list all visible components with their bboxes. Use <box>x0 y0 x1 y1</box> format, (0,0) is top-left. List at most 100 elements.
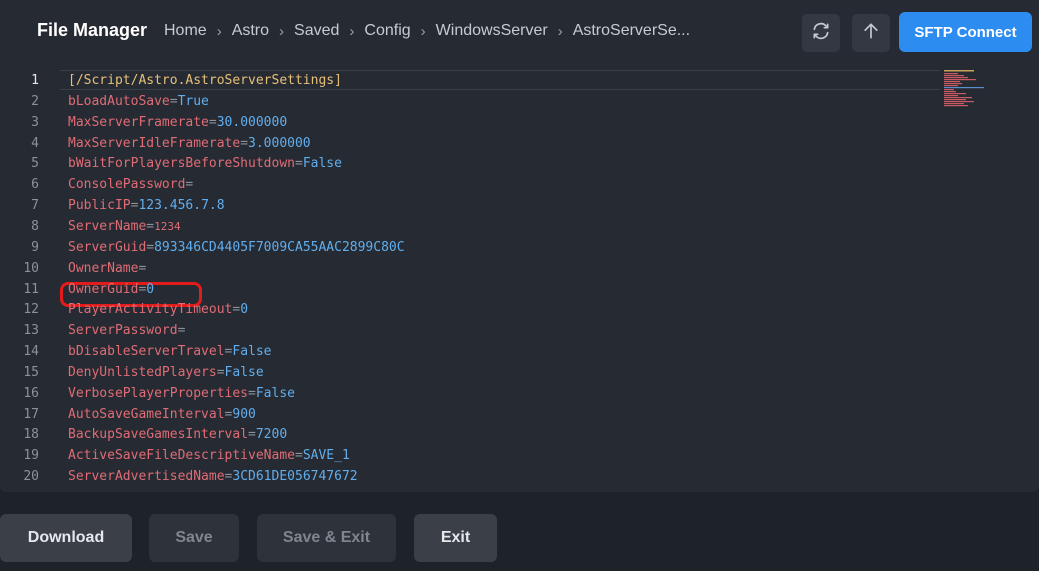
download-button[interactable]: Download <box>0 514 132 562</box>
chevron-right-icon: › <box>349 22 355 40</box>
setting-key: ServerAdvertisedName <box>68 469 225 485</box>
code-text: OwnerGuid=0 <box>68 279 154 300</box>
sftp-connect-button[interactable]: SFTP Connect <box>899 12 1032 52</box>
code-line[interactable]: 14 bDisableServerTravel=False <box>0 341 1039 362</box>
equals-sign: = <box>177 323 186 339</box>
setting-key: PublicIP <box>68 198 131 214</box>
breadcrumb-item[interactable]: Saved <box>294 22 339 40</box>
setting-value: 3.000000 <box>248 135 311 151</box>
code-text: DenyUnlistedPlayers=False <box>68 362 264 383</box>
line-number: 7 <box>31 198 39 214</box>
line-number: 14 <box>23 344 39 360</box>
code-text: bLoadAutoSave=True <box>68 91 209 112</box>
arrow-up-icon <box>861 21 881 45</box>
code-text: ServerName=1234 <box>68 216 181 237</box>
setting-value: False <box>224 364 264 380</box>
code-line[interactable]: 6 ConsolePassword= <box>0 174 1039 195</box>
code-line[interactable]: 9 ServerGuid=893346CD4405F7009CA55AAC2899… <box>0 237 1039 258</box>
code-line[interactable]: 7 PublicIP=123.456.7.8 <box>0 195 1039 216</box>
breadcrumb-item[interactable]: WindowsServer <box>436 22 548 40</box>
code-line[interactable]: 1 [/Script/Astro.AstroServerSettings] <box>0 70 1039 91</box>
code-line[interactable]: 19 ActiveSaveFileDescriptiveName=SAVE_1 <box>0 445 1039 466</box>
setting-key: OwnerName <box>68 260 139 276</box>
code-text: VerbosePlayerProperties=False <box>68 383 295 404</box>
line-number: 11 <box>23 281 39 297</box>
code-line[interactable]: 5 bWaitForPlayersBeforeShutdown=False <box>0 153 1039 174</box>
equals-sign: = <box>208 114 217 130</box>
code-editor[interactable]: 1 [/Script/Astro.AstroServerSettings] 2 bLo… <box>0 68 1039 488</box>
equals-sign: = <box>248 385 256 401</box>
setting-key: ServerGuid <box>68 239 147 255</box>
chevron-right-icon: › <box>420 22 426 40</box>
code-line[interactable]: 15 DenyUnlistedPlayers=False <box>0 362 1039 383</box>
code-text: ServerGuid=893346CD4405F7009CA55AAC2899C… <box>68 237 405 258</box>
setting-value: 0 <box>240 302 249 318</box>
code-line[interactable]: 17 AutoSaveGameInterval=900 <box>0 404 1039 425</box>
equals-sign: = <box>240 135 249 151</box>
line-number: 15 <box>23 364 39 380</box>
line-number: 10 <box>23 260 39 276</box>
setting-value: 0 <box>146 281 155 297</box>
breadcrumb-item[interactable]: Config <box>364 22 410 40</box>
line-number: 8 <box>31 218 39 234</box>
equals-sign: = <box>138 260 147 276</box>
refresh-button[interactable] <box>802 14 840 52</box>
chevron-right-icon: › <box>216 22 222 40</box>
setting-key: MaxServerIdleFramerate <box>68 135 241 151</box>
setting-value: 3CD61DE056747672 <box>232 469 358 485</box>
minimap[interactable] <box>944 70 984 110</box>
upload-button[interactable] <box>852 14 890 52</box>
setting-key: BackupSaveGamesInterval <box>68 427 249 443</box>
code-line[interactable]: 12 PlayerActivityTimeout=0 <box>0 299 1039 320</box>
code-line[interactable]: 3 MaxServerFramerate=30.000000 <box>0 112 1039 133</box>
line-number: 9 <box>31 239 39 255</box>
code-line[interactable]: 20 ServerAdvertisedName=3CD61DE056747672 <box>0 466 1039 487</box>
save-and-exit-button[interactable]: Save & Exit <box>257 514 396 562</box>
breadcrumb-item[interactable]: AstroServerSe... <box>573 22 690 40</box>
code-line[interactable]: 10 OwnerName= <box>0 258 1039 279</box>
code-text: bWaitForPlayersBeforeShutdown=False <box>68 153 342 174</box>
code-text: ServerAdvertisedName=3CD61DE056747672 <box>68 466 358 487</box>
setting-value: 1234 <box>154 219 181 233</box>
setting-key: ConsolePassword <box>68 177 186 193</box>
setting-key: ActiveSaveFileDescriptiveName <box>68 448 295 464</box>
code-text: ServerPassword= <box>68 320 185 341</box>
code-text: ActiveSaveFileDescriptiveName=SAVE_1 <box>68 445 350 466</box>
breadcrumb: Home › Astro › Saved › Config › WindowsServer › As… <box>164 22 690 40</box>
line-number: 20 <box>23 469 39 485</box>
equals-sign: = <box>294 448 303 464</box>
setting-value: 7200 <box>255 427 288 443</box>
code-line[interactable]: 18 BackupSaveGamesInterval=7200 <box>0 424 1039 445</box>
save-button[interactable]: Save <box>149 514 239 562</box>
setting-value: False <box>302 156 342 172</box>
setting-value: False <box>255 385 295 401</box>
setting-key: PlayerActivityTimeout <box>68 302 233 318</box>
line-number: 12 <box>23 302 39 318</box>
setting-key: bLoadAutoSave <box>68 93 170 109</box>
setting-key: bWaitForPlayersBeforeShutdown <box>68 156 295 172</box>
line-number: 3 <box>31 114 39 130</box>
code-line[interactable]: 4 MaxServerIdleFramerate=3.000000 <box>0 133 1039 154</box>
code-line[interactable]: 8 ServerName=1234 <box>0 216 1039 237</box>
code-line[interactable]: 13 ServerPassword= <box>0 320 1039 341</box>
setting-key: AutoSaveGameInterval <box>68 406 225 422</box>
code-line[interactable]: 16 VerbosePlayerProperties=False <box>0 383 1039 404</box>
setting-key: ServerName <box>68 218 147 234</box>
setting-value: True <box>177 93 209 109</box>
breadcrumb-item[interactable]: Home <box>164 22 207 40</box>
equals-sign: = <box>216 364 225 380</box>
line-number: 6 <box>31 177 39 193</box>
setting-value: SAVE_1 <box>302 448 350 464</box>
refresh-icon <box>811 21 831 45</box>
line-number: 18 <box>23 427 39 443</box>
line-number: 13 <box>23 323 39 339</box>
code-text: MaxServerFramerate=30.000000 <box>68 112 287 133</box>
setting-value: False <box>232 344 272 360</box>
exit-button[interactable]: Exit <box>414 514 497 562</box>
code-line[interactable]: 11 OwnerGuid=0 <box>0 279 1039 300</box>
equals-sign: = <box>169 93 178 109</box>
code-line[interactable]: 2 bLoadAutoSave=True <box>0 91 1039 112</box>
breadcrumb-item[interactable]: Astro <box>232 22 269 40</box>
code-text: bDisableServerTravel=False <box>68 341 272 362</box>
section-header: [/Script/Astro.AstroServerSettings] <box>68 73 342 88</box>
